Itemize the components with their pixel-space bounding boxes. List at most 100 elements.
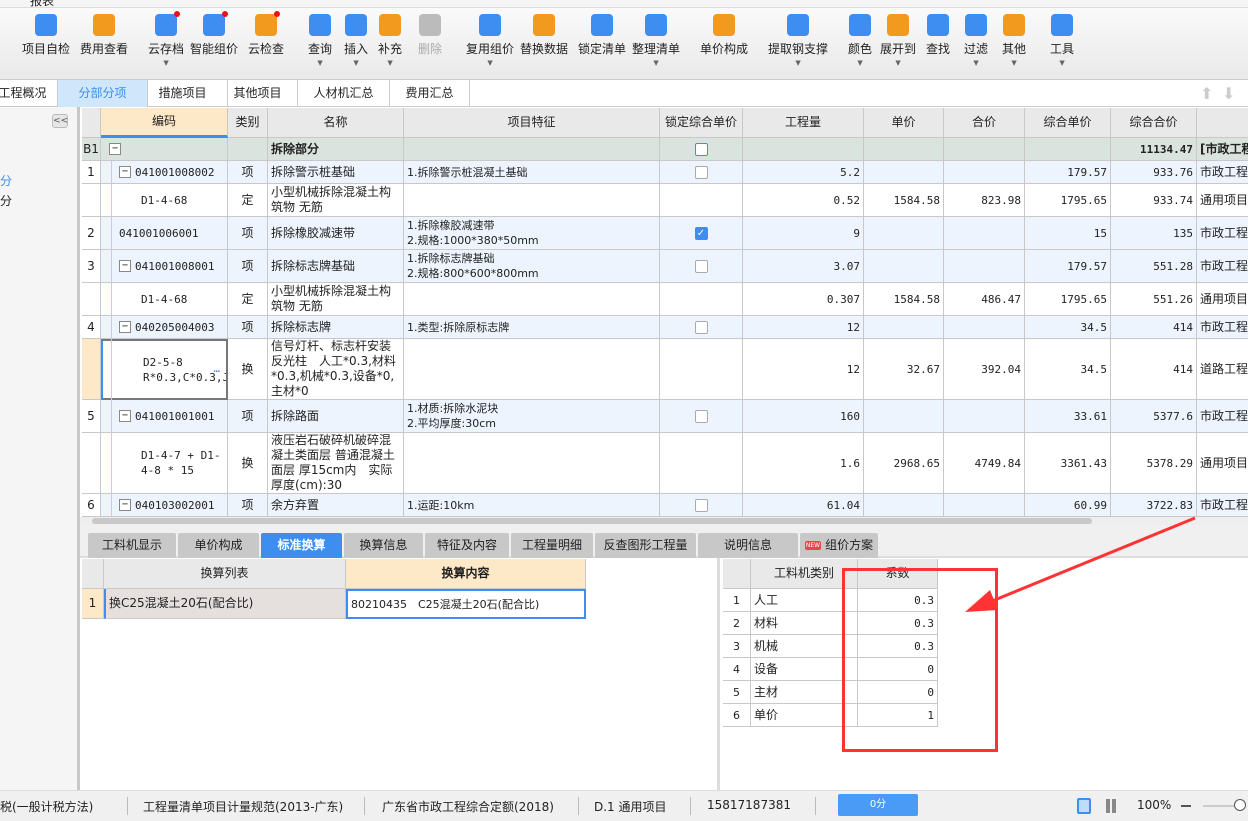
- toolbar-button-expand-to[interactable]: 展开到 ▼: [880, 14, 916, 67]
- tab-4[interactable]: 人材机汇总: [298, 80, 390, 107]
- chevron-down-icon[interactable]: ▼: [632, 59, 680, 67]
- toolbar-button-supplement[interactable]: 补充 ▼: [378, 14, 402, 67]
- toolbar-button-find[interactable]: 查找: [926, 14, 950, 57]
- bottom-tab-5[interactable]: 工程量明细: [511, 533, 593, 558]
- column-header-4[interactable]: 项目特征: [404, 108, 660, 138]
- zoom-out-icon[interactable]: [1181, 805, 1191, 807]
- menu-report[interactable]: 报表: [30, 0, 54, 7]
- chevron-down-icon[interactable]: ▼: [344, 59, 368, 67]
- lock-price-checkbox[interactable]: [694, 498, 708, 512]
- bottom-tab-6[interactable]: 反查图形工程量: [595, 533, 696, 558]
- column-header-3[interactable]: 名称: [268, 108, 404, 138]
- chevron-down-icon[interactable]: ▼: [880, 59, 916, 67]
- toolbar-button-cloud-check[interactable]: 云检查: [248, 11, 284, 57]
- column-header-11[interactable]: [1197, 108, 1248, 138]
- cat-text: [市政工程]: [1200, 141, 1248, 156]
- collapse-toggle-icon[interactable]: −: [119, 321, 131, 333]
- bottom-tab-4[interactable]: 特征及内容: [425, 533, 509, 558]
- bottom-tab-0[interactable]: 工料机显示: [88, 533, 176, 558]
- bottom-tab-7[interactable]: 说明信息: [698, 533, 798, 558]
- bottom-tab-2[interactable]: 标准换算: [261, 533, 342, 558]
- toolbar-button-organize-list[interactable]: 整理清单 ▼: [632, 14, 680, 67]
- chevron-down-icon[interactable]: ▼: [148, 59, 184, 67]
- bottom-tab-8[interactable]: NEW 组价方案: [800, 533, 878, 558]
- chevron-down-icon[interactable]: ▼: [378, 59, 402, 67]
- column-header-8[interactable]: 合价: [944, 108, 1025, 138]
- sidebar-item[interactable]: 分: [0, 172, 12, 189]
- lock-price-checkbox[interactable]: [694, 142, 708, 156]
- column-header-5[interactable]: 锁定综合单价: [660, 108, 743, 138]
- tab-1[interactable]: 分部分项: [58, 80, 148, 107]
- arrow-up-icon[interactable]: ⬆: [1200, 84, 1213, 103]
- grid-cell-code[interactable]: −041001008002: [101, 161, 228, 184]
- grid-cell-code[interactable]: D1-4-7 + D1-4-8 * 15: [101, 433, 228, 494]
- column-header-content[interactable]: 换算内容: [346, 559, 586, 589]
- arrow-down-icon[interactable]: ⬇: [1222, 84, 1235, 103]
- tab-5[interactable]: 费用汇总: [390, 80, 470, 107]
- column-header-9[interactable]: 综合单价: [1025, 108, 1111, 138]
- grid-cell-code[interactable]: 041001006001: [101, 217, 228, 250]
- column-header-0[interactable]: [82, 108, 101, 138]
- conversion-list-cell[interactable]: 换C25混凝土20石(配合比): [104, 589, 346, 619]
- collapse-toggle-icon[interactable]: −: [119, 499, 131, 511]
- grid-cell-code[interactable]: −040205004003: [101, 316, 228, 339]
- collapse-toggle-icon[interactable]: −: [119, 410, 131, 422]
- chevron-down-icon[interactable]: ▼: [1050, 59, 1074, 67]
- toolbar-button-smart-price[interactable]: 智能组价: [190, 11, 238, 57]
- grid-cell-code[interactable]: −040103002001: [101, 494, 228, 517]
- split-view-icon[interactable]: [1106, 799, 1116, 813]
- toolbar-button-tools[interactable]: 工具 ▼: [1050, 14, 1074, 67]
- chevron-down-icon[interactable]: ▼: [308, 59, 332, 67]
- toolbar-button-lock[interactable]: 锁定清单: [578, 14, 626, 57]
- toolbar-button-other[interactable]: 其他 ▼: [1002, 14, 1026, 67]
- toolbar-button-insert[interactable]: 插入 ▼: [344, 14, 368, 67]
- chevron-down-icon[interactable]: ▼: [964, 59, 988, 67]
- sidebar-item[interactable]: 分: [0, 192, 12, 209]
- bottom-tab-3[interactable]: 换算信息: [344, 533, 423, 558]
- zoom-slider-handle[interactable]: [1234, 799, 1246, 811]
- tab-3[interactable]: 其他项目: [218, 80, 298, 107]
- toolbar-button-color[interactable]: 颜色 ▼: [848, 14, 872, 67]
- toolbar-button-unit-price[interactable]: 单价构成: [700, 14, 748, 57]
- toolbar-button-steel-support[interactable]: 提取钢支撑 ▼: [768, 14, 828, 67]
- collapse-toggle-icon[interactable]: −: [119, 260, 131, 272]
- toolbar-button-query[interactable]: 查询 ▼: [308, 14, 332, 67]
- collapse-toggle-icon[interactable]: −: [109, 143, 121, 155]
- column-header-7[interactable]: 单价: [864, 108, 944, 138]
- score-button[interactable]: 0分: [838, 794, 918, 816]
- chevron-down-icon[interactable]: ▼: [466, 59, 514, 67]
- lock-price-checkbox[interactable]: [694, 259, 708, 273]
- conversion-content-cell[interactable]: 80210435 C25混凝土20石(配合比): [346, 589, 586, 619]
- grid-cell-code[interactable]: −041001001001: [101, 400, 228, 433]
- lock-price-checkbox[interactable]: [694, 409, 708, 423]
- column-header-2[interactable]: 类别: [228, 108, 268, 138]
- toolbar-button-filter[interactable]: 过滤 ▼: [964, 14, 988, 67]
- grid-cell-code[interactable]: −041001008001: [101, 250, 228, 283]
- column-header-1[interactable]: 编码: [101, 108, 228, 138]
- collapse-toggle-icon[interactable]: −: [119, 166, 131, 178]
- toolbar-button-replace-data[interactable]: 替换数据: [520, 14, 568, 57]
- column-header-6[interactable]: 工程量: [743, 108, 864, 138]
- toolbar-button-reuse-price[interactable]: 复用组价 ▼: [466, 14, 514, 67]
- toolbar-button-fee-view[interactable]: 费用查看: [80, 14, 128, 57]
- toolbar-button-cloud-upload[interactable]: 云存档 ▼: [148, 11, 184, 67]
- bottom-tab-1[interactable]: 单价构成: [178, 533, 259, 558]
- tab-2[interactable]: 措施项目: [138, 80, 228, 107]
- grid-cell-code[interactable]: …D2-5-8 R*0.3,C*0.3,J*0.3,S*0,Z*0: [101, 339, 228, 400]
- more-options-icon[interactable]: …: [213, 361, 220, 376]
- collapse-sidebar-button[interactable]: <<: [52, 114, 68, 128]
- column-header-list[interactable]: 换算列表: [104, 559, 346, 589]
- grid-cell-code[interactable]: D1-4-68: [101, 283, 228, 316]
- tab-0[interactable]: 工程概况: [0, 80, 58, 107]
- lock-price-checkbox[interactable]: [694, 320, 708, 334]
- chevron-down-icon[interactable]: ▼: [768, 59, 828, 67]
- layout-view-icon[interactable]: [1077, 798, 1091, 814]
- grid-cell-code[interactable]: D1-4-68: [101, 184, 228, 217]
- grid-cell-code[interactable]: −: [101, 138, 228, 161]
- toolbar-button-self-check[interactable]: 项目自检: [22, 14, 70, 57]
- chevron-down-icon[interactable]: ▼: [1002, 59, 1026, 67]
- column-header-10[interactable]: 综合合价: [1111, 108, 1197, 138]
- lock-price-checkbox[interactable]: ✓: [694, 226, 708, 240]
- lock-price-checkbox[interactable]: [694, 165, 708, 179]
- chevron-down-icon[interactable]: ▼: [848, 59, 872, 67]
